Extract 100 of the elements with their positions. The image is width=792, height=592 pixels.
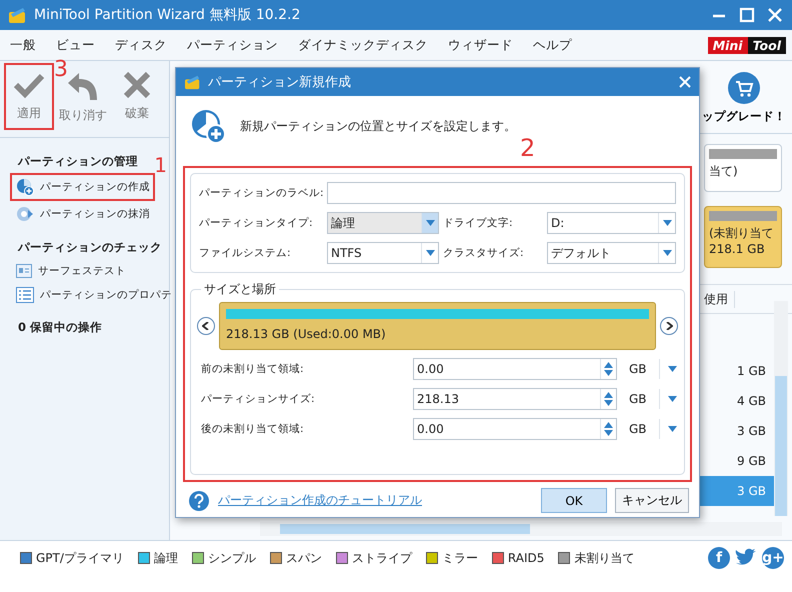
- surface-test-icon: [16, 264, 32, 278]
- google-plus-button[interactable]: g+: [762, 547, 784, 569]
- legend-label: GPT/プライマリ: [36, 550, 124, 566]
- field-label: クラスタサイズ:: [443, 246, 525, 260]
- app-logo-icon: [8, 6, 28, 24]
- down-arrow-icon[interactable]: [604, 430, 613, 436]
- legend-label: 未割り当て: [574, 550, 634, 566]
- scrollbar[interactable]: [260, 522, 782, 536]
- annotation-number: 2: [520, 134, 536, 162]
- upgrade-button[interactable]: ップグレード！: [702, 70, 792, 124]
- x-icon: [123, 71, 151, 99]
- chevron-right-icon: [665, 322, 673, 330]
- caret-icon: [668, 396, 677, 402]
- input-field[interactable]: [327, 182, 676, 204]
- table-row[interactable]: 4 GB: [700, 386, 774, 416]
- unit-caret-icon[interactable]: [659, 419, 677, 439]
- table-cell: 3 GB: [737, 424, 766, 438]
- menu-item[interactable]: ビュー: [46, 36, 105, 54]
- partition-block[interactable]: 当て): [704, 144, 782, 192]
- menu-item[interactable]: パーティション: [177, 36, 288, 54]
- column-header: 使用: [704, 290, 735, 308]
- up-arrow-icon[interactable]: [604, 422, 613, 428]
- table-cell: 1 GB: [737, 364, 766, 378]
- sidebar-item[interactable]: サーフェステスト: [12, 261, 129, 281]
- logo-text: Mini: [708, 36, 748, 54]
- menu-item[interactable]: 一般: [0, 36, 46, 54]
- next-button[interactable]: [660, 317, 678, 335]
- number-field[interactable]: 0.00: [413, 418, 617, 440]
- field-label: パーティションタイプ:: [199, 216, 314, 230]
- partition-block[interactable]: 218.13 GB (Used:0.00 MB): [219, 302, 656, 350]
- annotation-number: 3: [54, 59, 68, 81]
- menu-item[interactable]: ダイナミックディスク: [288, 36, 438, 54]
- unit-dropdown[interactable]: GB: [629, 392, 655, 406]
- scrollbar[interactable]: [774, 301, 788, 516]
- legend-label: ミラー: [442, 550, 478, 566]
- legend-label: 論理: [154, 550, 178, 566]
- caret-icon: [668, 426, 677, 432]
- sidebar-item[interactable]: パーティションのプロパテ: [12, 284, 175, 306]
- caret-icon: [668, 366, 677, 372]
- window-title: MiniTool Partition Wizard 無料版 10.2.2: [34, 6, 302, 24]
- section-title: 0 保留中の操作: [18, 320, 102, 335]
- dropdown[interactable]: NTFS: [327, 242, 439, 264]
- up-arrow-icon[interactable]: [604, 362, 613, 368]
- partition-add-icon: [190, 108, 226, 144]
- caret-icon: [426, 250, 434, 256]
- tutorial-link[interactable]: パーティション作成のチュートリアル: [218, 492, 422, 509]
- help-icon[interactable]: [188, 490, 210, 512]
- dropdown[interactable]: 論理: [327, 212, 439, 234]
- menu-item[interactable]: ウィザード: [438, 36, 523, 54]
- section-title: パーティションの管理: [18, 154, 138, 169]
- table-row[interactable]: 1 GB: [700, 356, 774, 386]
- disk-wipe-icon: [16, 205, 34, 223]
- table-cell: 9 GB: [737, 454, 766, 468]
- field-label: パーティションのラベル:: [199, 186, 323, 200]
- field-label: パーティションサイズ:: [201, 392, 316, 406]
- up-arrow-icon[interactable]: [604, 392, 613, 398]
- unallocated-block[interactable]: (未割り当て 218.1 GB: [704, 206, 782, 268]
- annotation-number: 1: [154, 155, 167, 175]
- unit-dropdown[interactable]: GB: [629, 422, 655, 436]
- field-label: ファイルシステム:: [199, 246, 292, 260]
- legend-label: ストライプ: [352, 550, 412, 566]
- legend-label: RAID5: [508, 551, 544, 565]
- dropdown[interactable]: D:: [547, 212, 676, 234]
- logo-text: Tool: [748, 36, 786, 54]
- chevron-left-icon: [202, 322, 210, 330]
- sidebar-item[interactable]: パーティションの抹消: [12, 202, 153, 226]
- section-title: パーティションのチェック: [18, 240, 162, 255]
- menu-item[interactable]: ディスク: [105, 36, 177, 54]
- dialog-instruction: 新規パーティションの位置とサイズを設定します。: [240, 118, 516, 134]
- field-label: 前の未割り当て領域:: [201, 362, 305, 376]
- list-icon: [16, 287, 34, 303]
- caret-icon: [662, 220, 672, 226]
- down-arrow-icon[interactable]: [604, 400, 613, 406]
- ok-button[interactable]: OK: [541, 488, 607, 513]
- unit-caret-icon[interactable]: [659, 359, 677, 379]
- check-icon: [13, 71, 45, 99]
- down-arrow-icon[interactable]: [604, 370, 613, 376]
- number-field[interactable]: 0.00: [413, 358, 617, 380]
- field-label: ドライブ文字:: [443, 216, 514, 230]
- menu-item[interactable]: ヘルプ: [523, 36, 582, 54]
- table-cell: 4 GB: [737, 394, 766, 408]
- previous-button[interactable]: [197, 317, 215, 335]
- cancel-button[interactable]: キャンセル: [615, 488, 689, 513]
- table-row[interactable]: 9 GB: [700, 446, 774, 476]
- close-icon[interactable]: [679, 76, 691, 88]
- field-label: 後の未割り当て領域:: [201, 422, 305, 436]
- cart-icon: [727, 70, 761, 104]
- legend-label: スパン: [286, 550, 322, 566]
- number-field[interactable]: 218.13: [413, 388, 617, 410]
- unit-caret-icon[interactable]: [659, 389, 677, 409]
- unit-dropdown[interactable]: GB: [629, 362, 655, 376]
- partition-add-icon: [16, 178, 34, 196]
- dialog-title: パーティション新規作成: [208, 74, 352, 91]
- table-cell: 3 GB: [737, 484, 766, 498]
- dropdown[interactable]: デフォルト: [547, 242, 676, 264]
- caret-icon: [426, 220, 434, 226]
- legend-label: シンプル: [208, 550, 256, 566]
- group-title: サイズと場所: [201, 281, 279, 298]
- table-row[interactable]: 3 GB: [700, 416, 774, 446]
- facebook-button[interactable]: f: [708, 547, 730, 569]
